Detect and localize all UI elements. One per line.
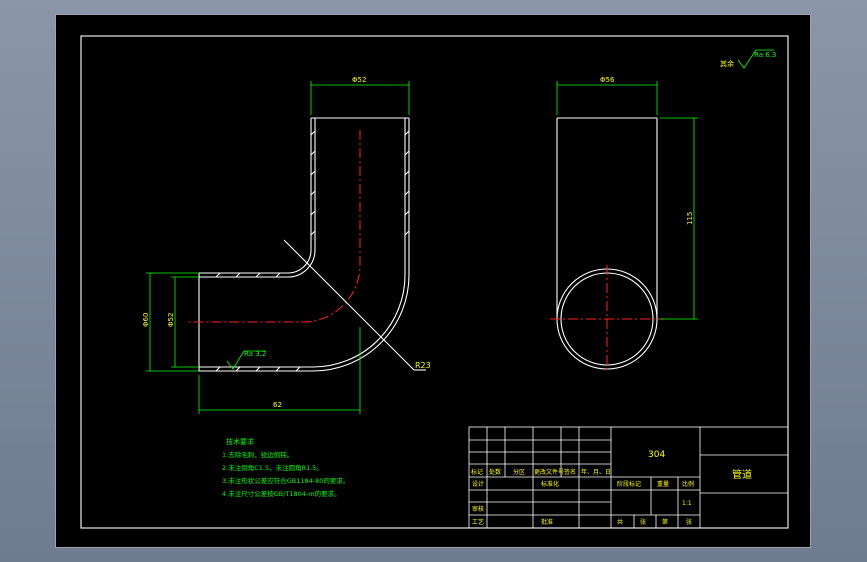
tb-sheets-2: 第: [662, 518, 668, 526]
elbow-radius-dim: R23: [415, 361, 431, 370]
tb-scale-label: 比例: [682, 480, 694, 488]
elbow-centerline: [188, 130, 361, 323]
tb-stage-mark: 阶段标记: [617, 480, 641, 488]
tb-weight: 重量: [657, 480, 669, 488]
elbow-left-outer-dim: Φ60: [142, 313, 150, 327]
tb-sheets-1: 张: [640, 518, 646, 526]
note-1: 1.去除毛刺，锐边倒钝。: [222, 450, 293, 459]
side-view: Φ56 115: [550, 76, 698, 373]
note-4: 4.未注尺寸公差按GB/T1804-m的要求。: [222, 489, 341, 498]
drawing-name: 管道: [732, 468, 752, 481]
tb-header-4: 签名: [564, 468, 576, 476]
tb-header-0: 标记: [471, 468, 483, 476]
tb-header-5: 年、月、日: [581, 468, 611, 476]
elbow-top-dim: Φ52: [352, 76, 366, 84]
pipe-roughness-value: Ra 3.2: [244, 350, 266, 358]
tb-process: 工艺: [472, 518, 484, 526]
cad-drawing: R23 Φ52 Φ60 Φ52 62 Ra 3.2 Φ56 115 其余 Ra …: [80, 35, 789, 529]
tb-sheets-3: 张: [686, 518, 692, 526]
technical-notes: 技术要求 1.去除毛刺，锐边倒钝。 2.未注倒角C1.5，未注圆角R1.5。 3…: [222, 437, 349, 498]
elbow-bottom-dim: 62: [273, 401, 282, 409]
part-label: 304: [648, 450, 665, 460]
side-height-dim: 115: [686, 212, 694, 225]
tb-header-2: 分区: [513, 468, 525, 476]
tb-approve: 批准: [541, 518, 553, 526]
tb-sheets-0: 共: [617, 518, 623, 526]
note-3: 3.未注形状公差应符合GB1184-80的要求。: [222, 476, 349, 485]
corner-roughness: 其余 Ra 6.3: [720, 49, 776, 69]
tb-header-1: 处数: [489, 468, 501, 476]
corner-roughness-prefix: 其余: [720, 59, 734, 68]
radius-leader: [283, 239, 415, 371]
corner-roughness-value: Ra 6.3: [754, 51, 776, 59]
elbow-left-inner-dim: Φ52: [167, 313, 175, 327]
tb-standardize: 标准化: [541, 480, 559, 488]
elbow-hatch: [215, 130, 410, 372]
side-top-dim: Φ56: [600, 76, 615, 84]
elbow-view: R23 Φ52 Φ60 Φ52 62 Ra 3.2: [142, 76, 431, 414]
tb-review: 审核: [472, 505, 484, 513]
notes-title: 技术要求: [226, 437, 254, 446]
drawing-viewport[interactable]: R23 Φ52 Φ60 Φ52 62 Ra 3.2 Φ56 115 其余 Ra …: [55, 14, 811, 548]
tb-design: 设计: [472, 480, 484, 488]
tb-header-3: 更改文件号: [534, 468, 564, 476]
tb-scale: 1:1: [682, 500, 692, 507]
drawing-frame: [80, 35, 789, 529]
title-block: 304 管道 标记 处数 分区 更改文件号 签名 年、月、日 设计 标准化 审核…: [468, 426, 789, 529]
note-2: 2.未注倒角C1.5，未注圆角R1.5。: [222, 463, 323, 472]
